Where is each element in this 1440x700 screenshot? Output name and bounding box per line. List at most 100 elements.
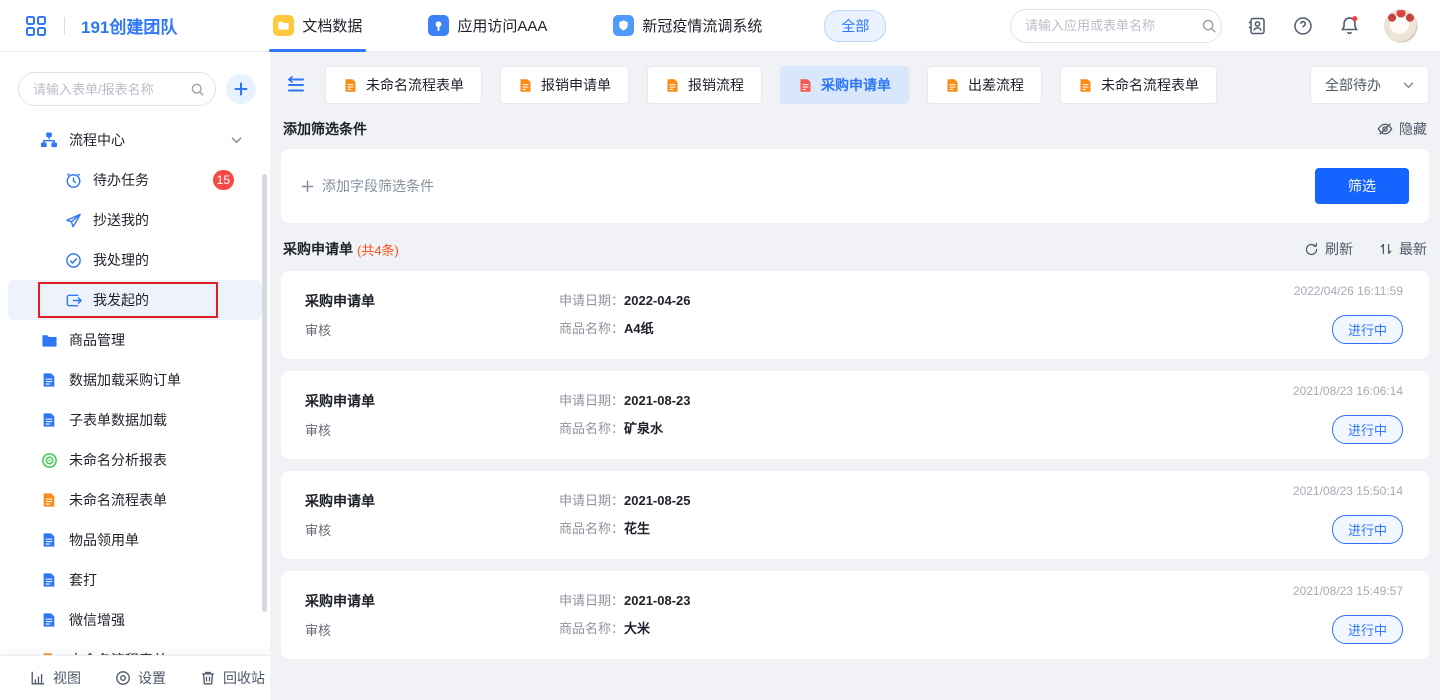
chevron-down-icon[interactable] (231, 136, 242, 144)
document-icon (40, 571, 58, 589)
form-tab-label: 未命名流程表单 (1101, 75, 1199, 95)
filter-title: 添加筛选条件 (283, 119, 367, 139)
form-tab-expense-request[interactable]: 报销申请单 (500, 66, 629, 104)
sidebar-item-todo-tasks[interactable]: 待办任务 15 (8, 160, 262, 200)
filter-card: 添加字段筛选条件 筛选 (281, 149, 1429, 223)
help-icon[interactable] (1292, 15, 1314, 37)
workbench-grid-icon[interactable] (24, 14, 48, 38)
form-tab-expense-process[interactable]: 报销流程 (647, 66, 762, 104)
app-tab-covid[interactable]: 新冠疫情流调系统 (609, 0, 766, 52)
global-search-input[interactable] (1025, 18, 1201, 33)
global-search[interactable] (1010, 9, 1222, 43)
form-tab-label: 采购申请单 (821, 75, 891, 95)
sidebar-item-label: 待办任务 (93, 170, 149, 190)
record-card[interactable]: 采购申请单 审核 申请日期：2021-08-25 商品名称：花生 2021/08… (281, 471, 1429, 559)
form-tab-label: 出差流程 (968, 75, 1024, 95)
record-count: (共4条) (357, 240, 399, 259)
sidebar-item-label: 流程中心 (69, 130, 125, 150)
filter-button[interactable]: 筛选 (1315, 168, 1409, 204)
product-label: 商品名称： (559, 421, 624, 436)
sidebar-item-product-management[interactable]: 商品管理 (8, 320, 262, 360)
sidebar-item-initiated-by-me[interactable]: 我发起的 (8, 280, 262, 320)
form-tab-unnamed-2[interactable]: 未命名流程表单 (1060, 66, 1217, 104)
team-name[interactable]: 191创建团队 (81, 13, 177, 38)
settings-button[interactable]: 设置 (115, 668, 166, 688)
document-icon (40, 531, 58, 549)
report-target-icon (40, 451, 58, 469)
form-doc-icon (343, 78, 358, 93)
refresh-icon (1304, 242, 1319, 257)
sidebar-item-processed-by-me[interactable]: 我处理的 (8, 240, 262, 280)
add-filter-label: 添加字段筛选条件 (322, 176, 434, 196)
notification-bell-icon[interactable] (1338, 15, 1360, 37)
app-tab-access[interactable]: 应用访问AAA (424, 0, 551, 52)
sidebar-item-label: 我处理的 (93, 250, 149, 270)
process-document-icon (40, 491, 58, 509)
all-apps-pill[interactable]: 全部 (824, 10, 886, 42)
form-tab-purchase-request[interactable]: 采购申请单 (780, 66, 909, 104)
sidebar-item-print-template[interactable]: 套打 (8, 560, 262, 600)
sidebar-item-data-load-purchase-order[interactable]: 数据加载采购订单 (8, 360, 262, 400)
record-node: 审核 (305, 520, 331, 539)
search-icon (1201, 18, 1217, 34)
sidebar-item-subform-data-load[interactable]: 子表单数据加载 (8, 400, 262, 440)
product-value: 矿泉水 (624, 421, 663, 436)
document-icon (40, 371, 58, 389)
add-filter-condition[interactable]: 添加字段筛选条件 (301, 176, 434, 196)
sidebar-item-unnamed-report[interactable]: 未命名分析报表 (8, 440, 262, 480)
sidebar-item-wechat-enhance[interactable]: 微信增强 (8, 600, 262, 640)
product-value: 花生 (624, 521, 650, 536)
collapse-sidebar-icon[interactable] (285, 74, 307, 96)
sidebar-item-label: 微信增强 (69, 610, 125, 630)
sidebar-item-unnamed-process-form[interactable]: 未命名流程表单 (8, 480, 262, 520)
check-circle-icon (64, 251, 82, 269)
settings-label: 设置 (138, 668, 166, 688)
recycle-bin-button[interactable]: 回收站 (200, 668, 265, 688)
sidebar-item-process-center[interactable]: 流程中心 (8, 120, 262, 160)
form-doc-icon (945, 78, 960, 93)
app-tab-docs[interactable]: 文档数据 (269, 0, 366, 52)
form-doc-icon (665, 78, 680, 93)
date-value: 2021-08-23 (624, 393, 691, 408)
sidebar-item-cc-to-me[interactable]: 抄送我的 (8, 200, 262, 240)
paper-plane-icon (64, 211, 82, 229)
pin-app-icon (428, 15, 449, 36)
record-card[interactable]: 采购申请单 审核 申请日期：2021-08-23 商品名称：大米 2021/08… (281, 571, 1429, 659)
app-tabs: 文档数据 应用访问AAA 新冠疫情流调系统 (269, 0, 824, 52)
todo-filter-dropdown[interactable]: 全部待办 (1310, 66, 1429, 104)
sidebar-scrollbar[interactable] (262, 174, 267, 612)
sidebar-item-label: 未命名分析报表 (69, 450, 167, 470)
sort-label: 最新 (1399, 239, 1427, 259)
sitemap-icon (40, 131, 58, 149)
status-badge: 进行中 (1332, 315, 1403, 344)
trash-icon (200, 670, 216, 686)
views-button[interactable]: 视图 (30, 668, 81, 688)
refresh-label: 刷新 (1325, 239, 1353, 259)
shield-app-icon (613, 15, 634, 36)
record-card[interactable]: 采购申请单 审核 申请日期：2022-04-26 商品名称：A4纸 2022/0… (281, 271, 1429, 359)
sort-latest-button[interactable]: 最新 (1379, 239, 1427, 259)
record-card[interactable]: 采购申请单 审核 申请日期：2021-08-23 商品名称：矿泉水 2021/0… (281, 371, 1429, 459)
sidebar-item-label: 抄送我的 (93, 210, 149, 230)
status-badge: 进行中 (1332, 515, 1403, 544)
sidebar-item-item-requisition[interactable]: 物品领用单 (8, 520, 262, 560)
sidebar-item-label: 我发起的 (93, 290, 149, 310)
add-form-button[interactable] (226, 74, 256, 104)
hide-filter-link[interactable]: 隐藏 (1377, 119, 1427, 139)
record-timestamp: 2021/08/23 16:06:14 (1293, 384, 1403, 398)
contacts-icon[interactable] (1246, 15, 1268, 37)
user-avatar[interactable] (1384, 9, 1418, 43)
product-label: 商品名称： (559, 621, 624, 636)
document-icon (40, 411, 58, 429)
form-tab-label: 未命名流程表单 (366, 75, 464, 95)
refresh-button[interactable]: 刷新 (1304, 239, 1353, 259)
form-tab-unnamed-1[interactable]: 未命名流程表单 (325, 66, 482, 104)
date-label: 申请日期： (559, 593, 624, 608)
form-search-input[interactable] (33, 82, 190, 97)
record-node: 审核 (305, 320, 331, 339)
date-value: 2021-08-23 (624, 593, 691, 608)
date-label: 申请日期： (559, 393, 624, 408)
form-search[interactable] (18, 72, 216, 106)
todo-count-badge: 15 (213, 170, 234, 190)
form-tab-business-trip[interactable]: 出差流程 (927, 66, 1042, 104)
